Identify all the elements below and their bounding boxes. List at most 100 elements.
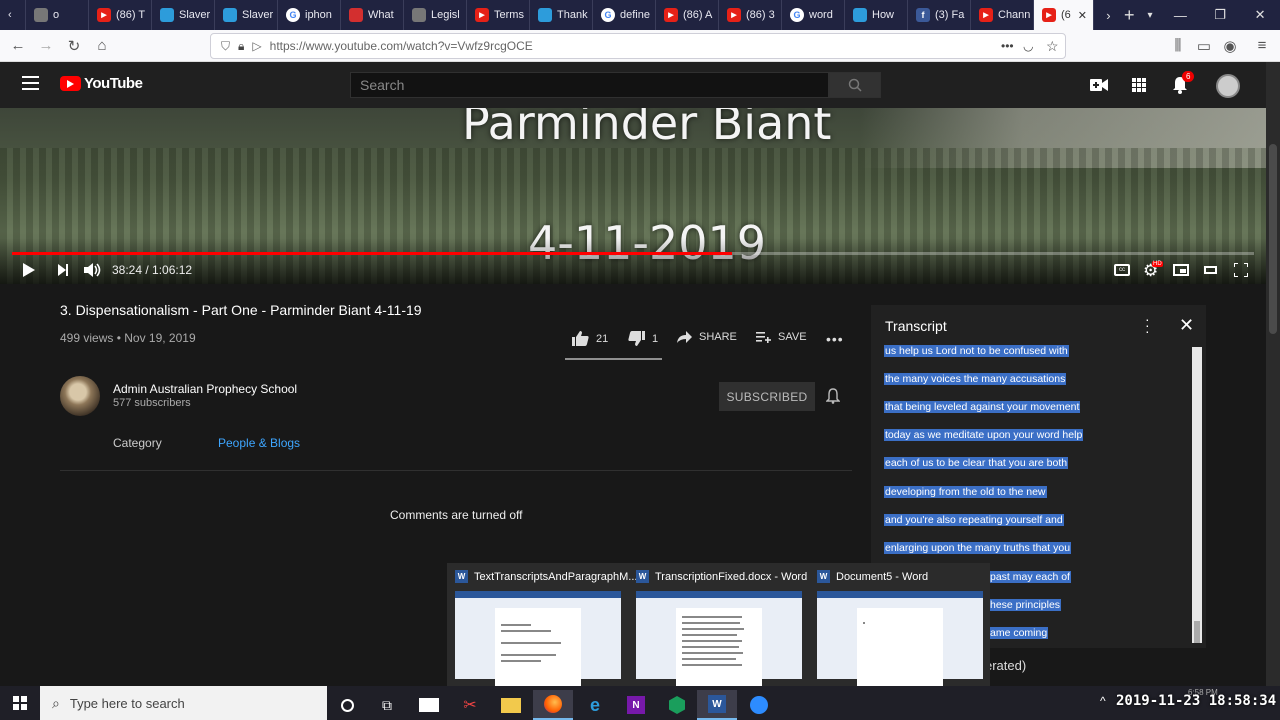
transcript-line[interactable]: and you're also repeating yourself and: [884, 514, 1064, 526]
new-tab-icon[interactable]: +: [1119, 5, 1140, 26]
progress-bar[interactable]: [12, 252, 1254, 255]
transcript-scrollbar[interactable]: [1192, 347, 1202, 643]
guide-menu-icon[interactable]: [22, 76, 39, 90]
share-button[interactable]: SHARE: [677, 331, 737, 343]
theater-mode-icon[interactable]: [1204, 266, 1217, 274]
library-icon[interactable]: ⫼: [1164, 37, 1192, 54]
search-button[interactable]: [829, 72, 881, 98]
restore-window-icon[interactable]: ❐: [1200, 7, 1240, 23]
bookmark-star-icon[interactable]: ☆: [1046, 38, 1059, 55]
tab[interactable]: o: [26, 0, 89, 30]
transcript-line[interactable]: us help us Lord not to be confused with: [884, 345, 1069, 357]
tab-active[interactable]: ▶ (6 ✕: [1034, 0, 1094, 30]
dislike-button[interactable]: 1: [628, 331, 658, 346]
channel-avatar[interactable]: [60, 376, 100, 416]
preview-window-1[interactable]: W TextTranscriptsAndParagraphM...: [447, 563, 637, 686]
tab[interactable]: Legisl: [404, 0, 467, 30]
transcript-scroll-thumb[interactable]: [1194, 621, 1200, 643]
cortana-icon[interactable]: [327, 690, 367, 720]
transcript-line[interactable]: the many voices the many accusations: [884, 373, 1067, 385]
taskbar-search-box[interactable]: ⌕ Type here to search: [40, 686, 327, 720]
mail-icon[interactable]: [409, 690, 449, 720]
lock-icon[interactable]: 🔒︎: [238, 39, 244, 54]
apps-grid-icon[interactable]: [1132, 78, 1146, 92]
save-button[interactable]: SAVE: [756, 331, 807, 343]
windows-start-icon[interactable]: [13, 696, 27, 710]
file-explorer-icon[interactable]: [491, 690, 531, 720]
shield-icon[interactable]: ⛉: [221, 39, 230, 54]
forward-icon[interactable]: →: [32, 37, 60, 54]
url-text[interactable]: https://www.youtube.com/watch?v=Vwfz9rcg…: [270, 39, 533, 53]
next-button[interactable]: [58, 264, 68, 276]
list-all-tabs-icon[interactable]: ▾: [1140, 10, 1161, 21]
channel-name[interactable]: Admin Australian Prophecy School: [113, 382, 297, 396]
create-video-icon[interactable]: [1090, 78, 1108, 97]
page-scroll-thumb[interactable]: [1269, 144, 1277, 334]
settings-gear-icon[interactable]: ⚙ HD: [1143, 261, 1163, 281]
tab-scroll-right-icon[interactable]: ›: [1098, 8, 1119, 23]
tab[interactable]: ▶ (86) T: [89, 0, 152, 30]
firefox-icon[interactable]: [533, 690, 573, 720]
transcript-close-icon[interactable]: ✕: [1179, 315, 1194, 336]
page-scrollbar[interactable]: [1266, 62, 1280, 686]
video-player[interactable]: Parminder Biant 4-11-2019: [0, 108, 1266, 284]
close-window-icon[interactable]: ✕: [1240, 7, 1280, 23]
transcript-line[interactable]: ame coming: [989, 627, 1049, 639]
task-view-icon[interactable]: ⧉: [367, 690, 407, 720]
autoplay-permission-icon[interactable]: ▷: [252, 39, 261, 53]
volume-icon[interactable]: [84, 262, 102, 283]
more-actions-icon[interactable]: •••: [826, 331, 844, 347]
tab[interactable]: Slaver: [152, 0, 215, 30]
tab[interactable]: ▶ Chann: [971, 0, 1034, 30]
pocket-icon[interactable]: ◡: [1023, 39, 1033, 53]
category-link[interactable]: People & Blogs: [218, 436, 300, 450]
minimize-window-icon[interactable]: —: [1160, 8, 1200, 23]
transcript-line[interactable]: past may each of: [989, 571, 1071, 583]
transcript-line[interactable]: hese principles: [989, 599, 1062, 611]
zoom-icon[interactable]: [739, 690, 779, 720]
sidebar-icon[interactable]: ▭: [1190, 37, 1218, 55]
word-icon[interactable]: W: [697, 690, 737, 720]
preview-window-2[interactable]: W TranscriptionFixed.docx - Word: [628, 563, 808, 686]
transcript-line[interactable]: that being leveled against your movement: [884, 401, 1081, 413]
tab[interactable]: Gdefine: [593, 0, 656, 30]
miniplayer-icon[interactable]: [1173, 264, 1189, 276]
transcript-line[interactable]: developing from the old to the new: [884, 486, 1047, 498]
search-input[interactable]: Search: [350, 72, 829, 98]
play-button[interactable]: [23, 263, 35, 277]
subscribed-button[interactable]: SUBSCRIBED: [719, 382, 815, 411]
tab-scroll-left-icon[interactable]: ‹: [0, 0, 26, 30]
preview-window-3[interactable]: W Document5 - Word: [809, 563, 989, 686]
tab[interactable]: Giphon: [278, 0, 341, 30]
captions-icon[interactable]: cc: [1114, 264, 1130, 276]
transcript-line[interactable]: today as we meditate upon your word help: [884, 429, 1084, 441]
tab[interactable]: ▶ Terms: [467, 0, 530, 30]
transcript-more-icon[interactable]: · · ·: [1145, 312, 1150, 338]
show-hidden-icons-icon[interactable]: ^: [1100, 694, 1106, 708]
youtube-logo[interactable]: YouTube: [60, 75, 143, 92]
snip-tool-icon[interactable]: ✂: [450, 690, 490, 720]
home-icon[interactable]: ⌂: [88, 37, 116, 54]
reload-icon[interactable]: ↻: [60, 37, 88, 55]
page-actions-icon[interactable]: •••: [1001, 39, 1014, 53]
menu-icon[interactable]: ≡: [1248, 37, 1276, 54]
tab-close-icon[interactable]: ✕: [1078, 9, 1087, 22]
tab[interactable]: f (3) Fa: [908, 0, 971, 30]
like-button[interactable]: 21: [572, 331, 608, 346]
notification-bell-icon[interactable]: [825, 388, 841, 409]
fullscreen-icon[interactable]: [1233, 262, 1249, 278]
onenote-icon[interactable]: N: [616, 690, 656, 720]
tab[interactable]: What: [341, 0, 404, 30]
tab[interactable]: How: [845, 0, 908, 30]
back-icon[interactable]: ←: [4, 37, 32, 54]
tab[interactable]: ▶ (86) 3: [719, 0, 782, 30]
edge-icon[interactable]: e: [575, 690, 615, 720]
tab[interactable]: Gword: [782, 0, 845, 30]
transcript-line[interactable]: each of us to be clear that you are both: [884, 457, 1069, 469]
transcript-line[interactable]: enlarging upon the many truths that you: [884, 542, 1072, 554]
app-green-icon[interactable]: [657, 690, 697, 720]
address-bar[interactable]: ⛉ 🔒︎ ▷ https://www.youtube.com/watch?v=V…: [210, 33, 1066, 59]
tab[interactable]: Thank: [530, 0, 593, 30]
account-avatar[interactable]: [1216, 74, 1240, 98]
account-icon[interactable]: ◉: [1216, 37, 1244, 55]
